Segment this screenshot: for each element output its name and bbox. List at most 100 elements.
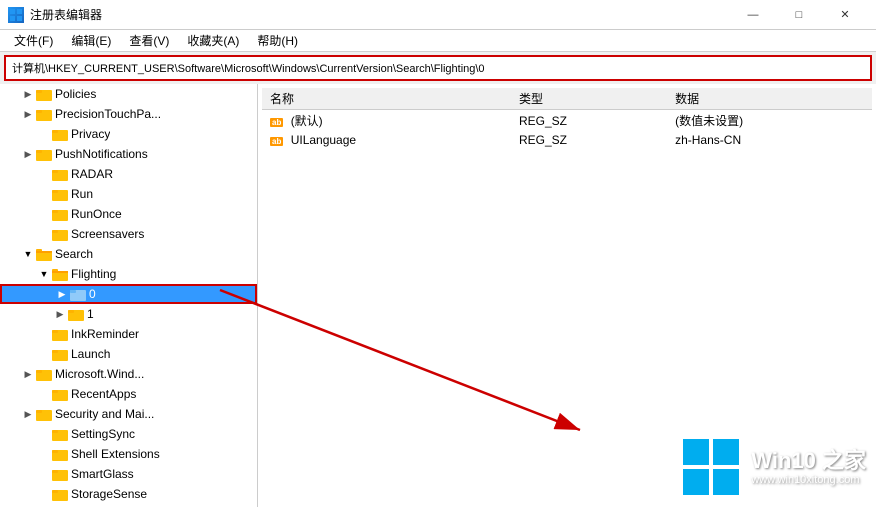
tree-item-securityandmai[interactable]: ▶ Security and Mai... <box>0 404 257 424</box>
table-row[interactable]: ab (默认) REG_SZ (数值未设置) <box>262 110 872 132</box>
tree-item-microsoftwind[interactable]: ▶ Microsoft.Wind... <box>0 364 257 384</box>
menu-edit[interactable]: 编辑(E) <box>63 30 119 51</box>
tree-item-pushnotifications[interactable]: ▶ PushNotifications <box>0 144 257 164</box>
item-label: 1 <box>87 307 94 321</box>
tree-item-run[interactable]: ▶ Run <box>0 184 257 204</box>
tree-item-launch[interactable]: ▶ Launch <box>0 344 257 364</box>
address-bar[interactable]: 计算机\HKEY_CURRENT_USER\Software\Microsoft… <box>4 55 872 81</box>
app-icon <box>8 7 24 23</box>
item-label: RADAR <box>71 167 113 181</box>
folder-icon <box>52 127 68 141</box>
minimize-button[interactable]: — <box>730 0 776 30</box>
folder-icon <box>36 367 52 381</box>
item-label: Launch <box>71 347 110 361</box>
menu-file[interactable]: 文件(F) <box>6 30 61 51</box>
tree-item-0[interactable]: ▶ 0 <box>0 284 257 304</box>
folder-icon <box>36 87 52 101</box>
folder-icon <box>52 447 68 461</box>
tree-item-privacy[interactable]: ▶ Privacy <box>0 124 257 144</box>
folder-icon <box>52 467 68 481</box>
folder-icon <box>36 407 52 421</box>
expand-icon[interactable]: ▶ <box>20 106 36 122</box>
maximize-button[interactable]: □ <box>776 0 822 30</box>
watermark-text-block: Win10 之家 www.win10xitong.com <box>751 448 866 486</box>
tree-item-policies[interactable]: ▶ Policies <box>0 84 257 104</box>
item-label: StorageSense <box>71 487 147 501</box>
cell-type: REG_SZ <box>511 110 667 132</box>
table-row[interactable]: ab UILanguage REG_SZ zh-Hans-CN <box>262 131 872 149</box>
folder-icon <box>52 187 68 201</box>
folder-icon <box>52 227 68 241</box>
col-name: 名称 <box>262 88 511 110</box>
windows-logo <box>681 437 741 497</box>
window-title: 注册表编辑器 <box>30 6 730 23</box>
cell-name: ab (默认) <box>262 110 511 132</box>
item-label: Search <box>55 247 93 261</box>
item-label: Privacy <box>71 127 110 141</box>
item-label: SettingSync <box>71 427 135 441</box>
expand-icon[interactable]: ▶ <box>54 286 70 302</box>
item-label: Screensavers <box>71 227 144 241</box>
item-label: Run <box>71 187 93 201</box>
tree-item-screensavers[interactable]: ▶ Screensavers <box>0 224 257 244</box>
item-label: RunOnce <box>71 207 122 221</box>
folder-icon <box>52 487 68 501</box>
expand-icon[interactable]: ▼ <box>20 246 36 262</box>
tree-item-search[interactable]: ▼ Search <box>0 244 257 264</box>
watermark-line1: Win10 之家 <box>751 448 866 474</box>
tree-item-settingsync[interactable]: ▶ SettingSync <box>0 424 257 444</box>
tree-item-smartglass[interactable]: ▶ SmartGlass <box>0 464 257 484</box>
item-label: 0 <box>89 287 96 301</box>
watermark: Win10 之家 www.win10xitong.com <box>681 437 866 497</box>
item-label: Policies <box>55 87 96 101</box>
expand-icon[interactable]: ▶ <box>52 306 68 322</box>
folder-icon <box>36 107 52 121</box>
expand-icon[interactable]: ▶ <box>20 146 36 162</box>
expand-icon[interactable]: ▶ <box>20 406 36 422</box>
item-label: PrecisionTouchPa... <box>55 107 161 121</box>
col-type: 类型 <box>511 88 667 110</box>
folder-icon <box>52 427 68 441</box>
item-label: RecentApps <box>71 387 136 401</box>
expand-icon[interactable]: ▶ <box>20 366 36 382</box>
window-controls: — □ ✕ <box>730 0 868 30</box>
folder-icon <box>52 387 68 401</box>
app-window: 注册表编辑器 — □ ✕ 文件(F) 编辑(E) 查看(V) 收藏夹(A) 帮助… <box>0 0 876 507</box>
ab-icon: ab <box>270 118 283 127</box>
item-label: SmartGlass <box>71 467 134 481</box>
tree-item-radar[interactable]: ▶ RADAR <box>0 164 257 184</box>
registry-table: 名称 类型 数据 ab (默认) REG_SZ (数值未设置) <box>262 88 872 149</box>
item-label: Shell Extensions <box>71 447 160 461</box>
tree-item-flighting[interactable]: ▼ Flighting <box>0 264 257 284</box>
folder-icon <box>36 147 52 161</box>
folder-icon-open <box>36 247 52 261</box>
tree-item-recentapps[interactable]: ▶ RecentApps <box>0 384 257 404</box>
cell-type: REG_SZ <box>511 131 667 149</box>
tree-item-inkreminder[interactable]: ▶ InkReminder <box>0 324 257 344</box>
expand-icon[interactable]: ▼ <box>36 266 52 282</box>
folder-icon <box>68 307 84 321</box>
folder-icon <box>52 347 68 361</box>
tree-item-shellextensions[interactable]: ▶ Shell Extensions <box>0 444 257 464</box>
tree-item-precisiontouchpa[interactable]: ▶ PrecisionTouchPa... <box>0 104 257 124</box>
folder-icon-open <box>52 267 68 281</box>
item-label: Microsoft.Wind... <box>55 367 144 381</box>
tree-item-runonce[interactable]: ▶ RunOnce <box>0 204 257 224</box>
cell-data: (数值未设置) <box>667 110 872 132</box>
address-label: 计算机\HKEY_CURRENT_USER\Software\Microsoft… <box>12 60 485 76</box>
menu-help[interactable]: 帮助(H) <box>249 30 306 51</box>
close-button[interactable]: ✕ <box>822 0 868 30</box>
tree-item-storagesense[interactable]: ▶ StorageSense <box>0 484 257 504</box>
expand-icon[interactable]: ▶ <box>20 86 36 102</box>
item-label: Security and Mai... <box>55 407 154 421</box>
cell-data: zh-Hans-CN <box>667 131 872 149</box>
menu-favorites[interactable]: 收藏夹(A) <box>179 30 247 51</box>
menu-view[interactable]: 查看(V) <box>121 30 177 51</box>
folder-icon <box>52 327 68 341</box>
item-label: InkReminder <box>71 327 139 341</box>
registry-tree[interactable]: ▶ Policies ▶ PrecisionTouchPa... ▶ Priva… <box>0 84 258 507</box>
title-bar: 注册表编辑器 — □ ✕ <box>0 0 876 30</box>
folder-icon <box>52 167 68 181</box>
tree-item-1[interactable]: ▶ 1 <box>0 304 257 324</box>
item-label: Flighting <box>71 267 116 281</box>
